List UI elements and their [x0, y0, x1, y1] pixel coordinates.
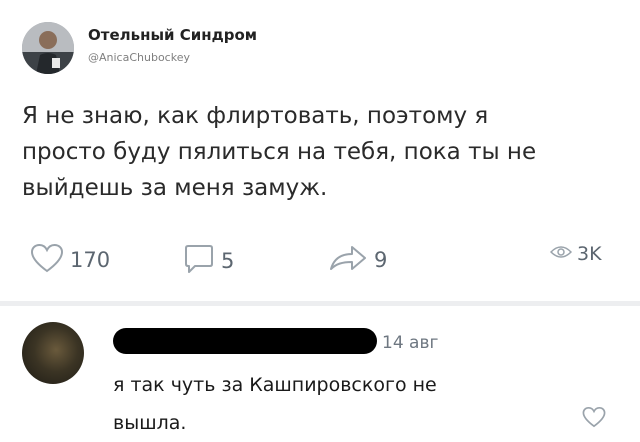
- like-count: 170: [70, 248, 111, 272]
- author-avatar[interactable]: [22, 22, 74, 74]
- author-handle[interactable]: @AnicaChubockey: [88, 51, 190, 64]
- eye-icon: [549, 244, 573, 264]
- comment-item: 14 авг я так чуть за Кашпировского не вы…: [0, 306, 640, 440]
- heart-icon: [582, 406, 606, 432]
- heart-icon: [30, 243, 64, 277]
- comment-date: 14 авг: [382, 333, 439, 353]
- views-count: 3K: [577, 243, 602, 265]
- share-arrow-icon: [328, 243, 368, 277]
- comment-count: 5: [221, 249, 235, 273]
- comment-text: я так чуть за Кашпировского не вышла.: [113, 374, 437, 434]
- comment-bubble-icon: [183, 243, 215, 279]
- commenter-avatar[interactable]: [22, 322, 84, 384]
- redacted-commenter-name: [113, 328, 377, 354]
- share-button[interactable]: 9: [328, 243, 387, 277]
- comment-button[interactable]: 5: [183, 243, 234, 279]
- author-name[interactable]: Отельный Синдром: [88, 26, 257, 44]
- share-count: 9: [374, 248, 388, 272]
- post-text: Я не знаю, как флиртовать, поэтому я про…: [22, 103, 537, 201]
- comment-like-button[interactable]: [582, 406, 606, 432]
- post-card: Отельный Синдром @AnicaChubockey Я не зн…: [0, 0, 640, 300]
- views-indicator: 3K: [549, 243, 602, 265]
- like-button[interactable]: 170: [30, 243, 110, 277]
